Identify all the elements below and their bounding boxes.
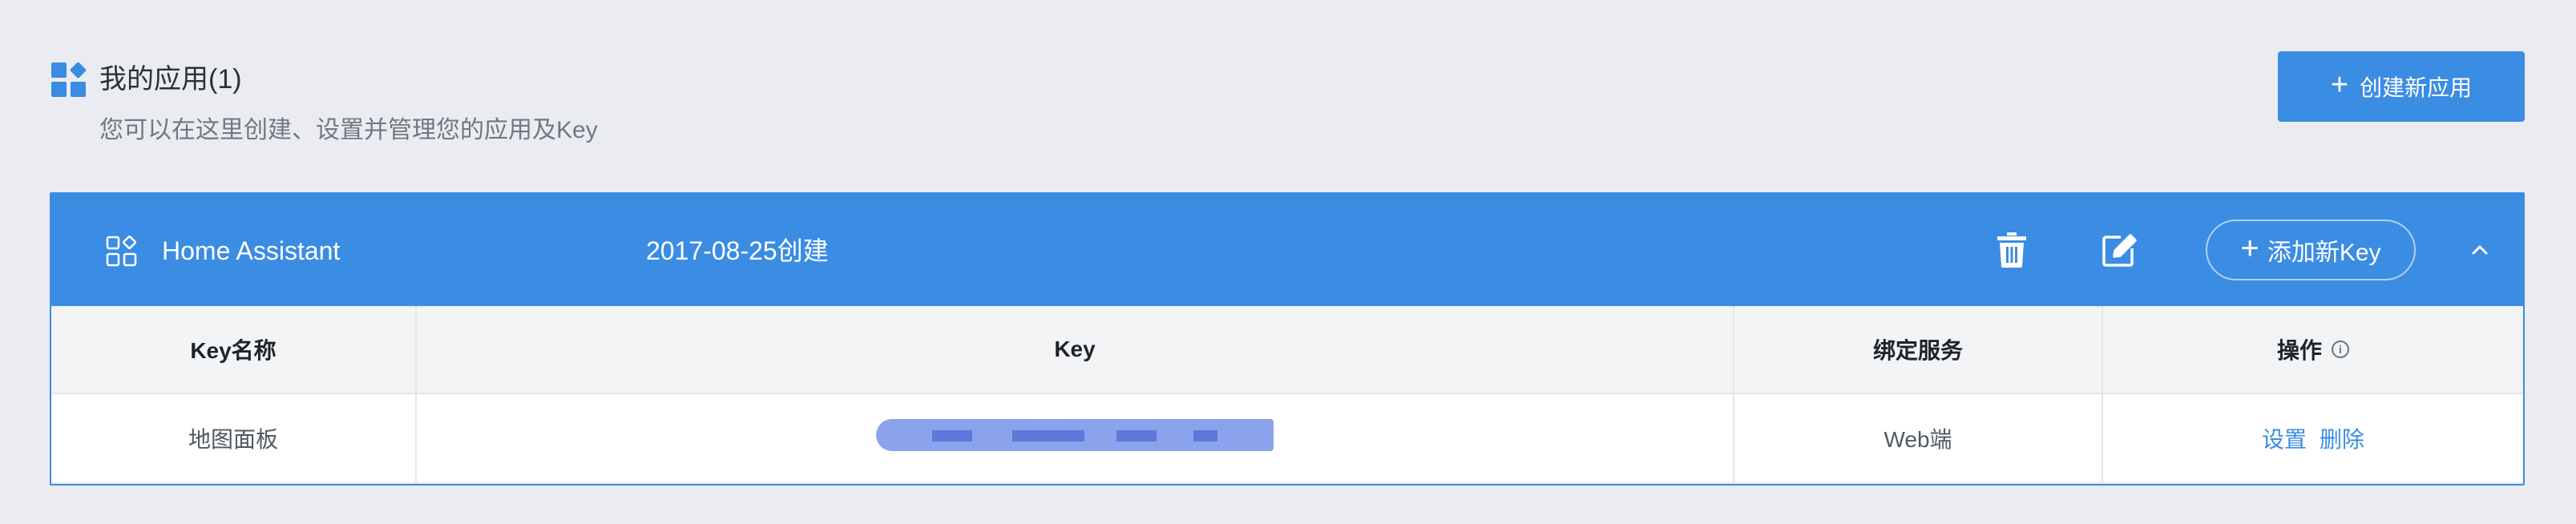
column-header-key: Key	[417, 306, 1734, 393]
trash-icon[interactable]	[1993, 229, 2031, 271]
app-name: Home Assistant	[162, 236, 341, 265]
column-header-actions: 操作 i	[2103, 306, 2523, 393]
app-created-date: 2017-08-25创建	[646, 236, 829, 265]
edit-icon[interactable]	[2098, 229, 2140, 271]
masked-key-value	[876, 419, 1274, 451]
plus-icon: +	[2330, 68, 2349, 102]
create-app-label: 创建新应用	[2360, 75, 2473, 100]
add-key-label: 添加新Key	[2267, 240, 2381, 266]
page-subtitle: 您可以在这里创建、设置并管理您的应用及Key	[99, 117, 598, 143]
info-icon[interactable]: i	[2332, 341, 2349, 358]
plus-icon: +	[2240, 231, 2259, 266]
key-name-cell: 地图面板	[51, 394, 417, 482]
apps-grid-icon	[51, 62, 87, 98]
chevron-up-icon[interactable]	[2464, 234, 2496, 266]
keys-table: Key名称 Key 绑定服务 操作 i 地图面板 Web端 设置 删除	[51, 306, 2523, 484]
add-key-button[interactable]: + 添加新Key	[2206, 220, 2416, 280]
service-cell: Web端	[1734, 394, 2103, 482]
app-icon	[106, 235, 138, 268]
column-header-service: 绑定服务	[1734, 306, 2103, 393]
app-header: Home Assistant 2017-08-25创建 + 添加新Key	[51, 194, 2523, 306]
app-card: Home Assistant 2017-08-25创建 + 添加新Key Key…	[50, 192, 2525, 486]
column-header-key-name: Key名称	[51, 306, 417, 393]
table-header-row: Key名称 Key 绑定服务 操作 i	[51, 306, 2523, 394]
key-value-cell	[417, 394, 1734, 482]
page-title: 我的应用(1)	[99, 64, 242, 95]
delete-link[interactable]: 删除	[2320, 422, 2364, 454]
table-row: 地图面板 Web端 设置 删除	[51, 394, 2523, 484]
create-app-button[interactable]: + 创建新应用	[2278, 51, 2525, 122]
settings-link[interactable]: 设置	[2262, 422, 2307, 454]
actions-cell: 设置 删除	[2103, 394, 2523, 482]
